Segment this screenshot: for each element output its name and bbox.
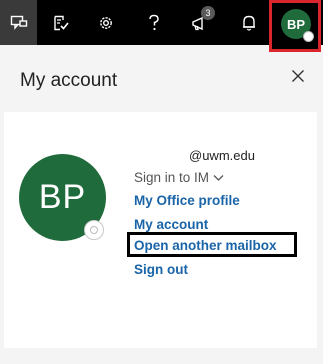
bell-icon (241, 14, 257, 32)
close-icon (291, 69, 305, 88)
presence-status-icon (303, 31, 314, 42)
account-avatar-initials: BP (38, 178, 87, 216)
avatar-initials: BP (286, 16, 306, 32)
presence-status-icon[interactable] (84, 220, 104, 240)
chevron-down-icon (213, 170, 224, 185)
gear-icon (97, 14, 115, 32)
top-bar: 3 BP (0, 0, 323, 52)
sign-in-im-dropdown[interactable]: Sign in to IM (134, 170, 224, 185)
my-account-link[interactable]: My account (134, 217, 208, 232)
whats-new-button[interactable]: 3 (180, 0, 220, 45)
account-email: @uwm.edu (189, 148, 255, 163)
help-button[interactable] (134, 0, 174, 45)
my-office-profile-link[interactable]: My Office profile (134, 193, 240, 208)
notification-badge: 3 (201, 6, 215, 20)
checklist-icon (52, 14, 70, 32)
sign-out-link[interactable]: Sign out (134, 262, 188, 277)
account-card: BP @uwm.edu Sign in to IM My Office prof… (4, 112, 317, 348)
account-button[interactable]: BP (269, 0, 321, 52)
open-another-mailbox-link[interactable]: Open another mailbox (134, 238, 277, 253)
help-icon (147, 14, 161, 32)
sign-in-im-label: Sign in to IM (134, 170, 210, 185)
feedback-icon (10, 14, 28, 32)
close-button[interactable] (288, 68, 308, 88)
my-day-button[interactable] (41, 0, 81, 45)
feedback-button[interactable] (0, 0, 37, 45)
my-account-panel: My account BP @uwm.edu Sign in to IM My … (0, 52, 323, 364)
settings-button[interactable] (86, 0, 126, 45)
panel-title: My account (20, 70, 118, 91)
notifications-button[interactable] (229, 0, 269, 45)
